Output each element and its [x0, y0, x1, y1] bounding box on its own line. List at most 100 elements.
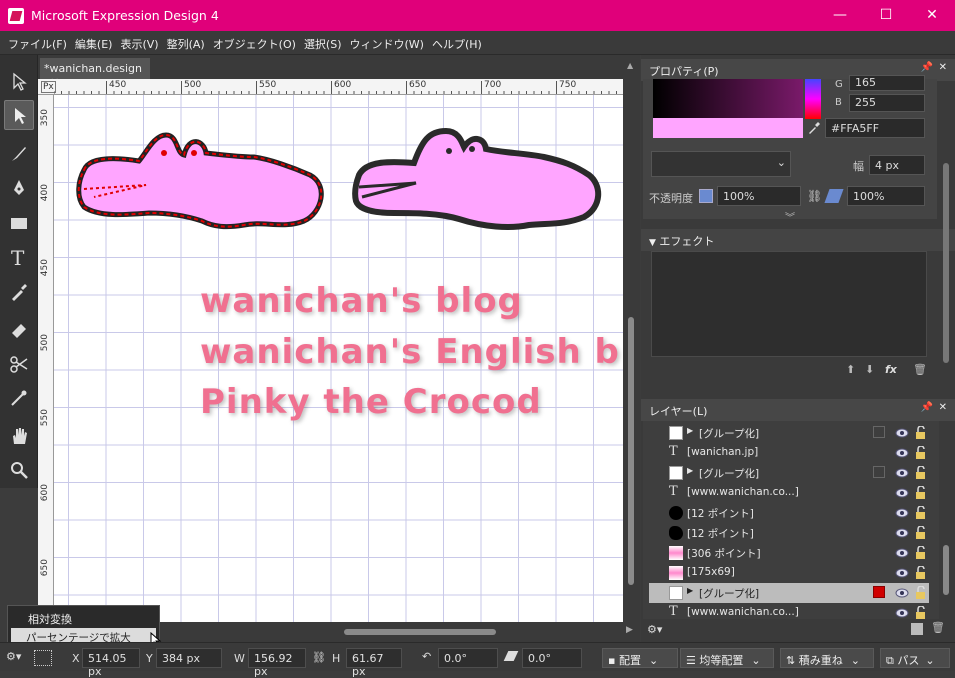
expand-chevron-icon[interactable]: ︾	[785, 209, 795, 224]
x-input[interactable]: 514.05 px	[82, 648, 140, 678]
fx-button[interactable]: fx	[885, 363, 897, 376]
document-tab[interactable]: *wanichan.design ×	[40, 58, 150, 88]
lock-icon[interactable]	[914, 605, 928, 619]
opacity-input-1[interactable]: 100%	[717, 186, 801, 206]
layer-color-box[interactable]	[873, 466, 885, 478]
visibility-eye-icon[interactable]	[895, 546, 909, 560]
lock-icon[interactable]	[914, 545, 928, 560]
layer-color-box[interactable]	[873, 426, 885, 438]
scroll-up-icon[interactable]: ▲	[627, 61, 633, 70]
maximize-button[interactable]: ☐	[863, 0, 909, 31]
distribute-button[interactable]: ☰ 均等配置 ⌄	[680, 648, 774, 668]
layer-row[interactable]: T [wanichan.jp]	[649, 443, 929, 463]
layer-row[interactable]: [175x69]	[649, 563, 929, 583]
layers-header[interactable]: レイヤー(L) 📌 ✕	[641, 399, 955, 421]
effects-header[interactable]: ▼ エフェクト	[641, 229, 955, 251]
lock-icon[interactable]	[914, 465, 928, 480]
vertical-scrollbar[interactable]: ▲ ▼	[623, 55, 640, 634]
lock-icon[interactable]	[914, 485, 928, 500]
minimize-button[interactable]: —	[817, 0, 863, 31]
brush-tool[interactable]	[4, 139, 34, 169]
new-layer-icon[interactable]	[911, 623, 923, 635]
lock-icon[interactable]	[914, 505, 928, 520]
collapse-triangle-icon[interactable]: ▼	[649, 238, 656, 248]
visibility-eye-icon[interactable]	[895, 446, 909, 460]
lock-icon[interactable]	[914, 525, 928, 540]
menu-object[interactable]: オブジェクト(O)	[209, 31, 300, 52]
arrange-button[interactable]: ⇅ 積み重ね ⌄	[780, 648, 874, 668]
lock-icon[interactable]	[914, 425, 928, 440]
close-button[interactable]: ✕	[909, 0, 955, 31]
delete-layer-icon[interactable]: 🗑	[931, 621, 945, 634]
canvas-text-line-2[interactable]: wanichan's English b	[200, 332, 620, 372]
properties-scroll-thumb[interactable]	[943, 163, 949, 363]
layer-row[interactable]: [グループ化] ▶	[649, 423, 929, 443]
aspect-link-icon[interactable]: ⛓	[312, 651, 326, 664]
menu-help[interactable]: ヘルプ(H)	[428, 31, 486, 52]
visibility-eye-icon[interactable]	[895, 606, 909, 619]
hue-slider[interactable]	[805, 79, 821, 119]
zoom-tool[interactable]	[4, 455, 34, 485]
layers-gear-icon[interactable]: ⚙▾	[647, 623, 662, 636]
visibility-eye-icon[interactable]	[895, 586, 909, 600]
eraser-tool[interactable]	[4, 314, 34, 344]
pin-icon[interactable]: 📌	[921, 62, 933, 73]
link-icon[interactable]: ⛓	[807, 189, 822, 203]
drawing-canvas[interactable]: wanichan's blog wanichan's English b Pin…	[54, 95, 623, 622]
path-button[interactable]: ⧉ パス ⌄	[880, 648, 950, 668]
lock-icon[interactable]	[914, 445, 928, 460]
lock-icon[interactable]	[914, 565, 928, 580]
h-input[interactable]: 61.67 px	[346, 648, 402, 678]
status-gear-icon[interactable]: ⚙▾	[6, 650, 21, 663]
vertical-scroll-thumb[interactable]	[628, 317, 634, 585]
hex-input[interactable]: #FFA5FF	[825, 118, 925, 138]
visibility-eye-icon[interactable]	[895, 526, 909, 540]
menu-arrange[interactable]: 整列(A)	[163, 31, 209, 52]
layer-row[interactable]: [12 ポイント]	[649, 503, 929, 523]
menu-window[interactable]: ウィンドウ(W)	[346, 31, 428, 52]
layer-row[interactable]: T [www.wanichan.co...]	[649, 603, 929, 619]
w-input[interactable]: 156.92 px	[248, 648, 306, 678]
eyedropper-tool[interactable]	[4, 277, 34, 307]
visibility-eye-icon[interactable]	[895, 506, 909, 520]
close-panel-icon[interactable]: ✕	[939, 62, 947, 73]
delete-effect-icon[interactable]: 🗑	[913, 363, 927, 376]
pen-tool[interactable]	[4, 173, 34, 203]
layer-row[interactable]: T [www.wanichan.co...]	[649, 483, 929, 503]
expand-triangle-icon[interactable]: ▶	[687, 426, 693, 435]
layers-pin-icon[interactable]: 📌	[921, 402, 933, 413]
layer-row[interactable]: [グループ化] ▶	[649, 463, 929, 483]
menu-edit[interactable]: 編集(E)	[71, 31, 117, 52]
canvas-text-line-3[interactable]: Pinky the Crocod	[200, 382, 542, 422]
move-up-icon[interactable]: ⬆	[846, 363, 855, 376]
menu-select[interactable]: 選択(S)	[300, 31, 346, 52]
hand-tool[interactable]	[4, 421, 34, 451]
direct-selection-tool[interactable]	[4, 100, 34, 130]
visibility-eye-icon[interactable]	[895, 426, 909, 440]
menu-view[interactable]: 表示(V)	[116, 31, 162, 52]
g-input[interactable]: 165	[849, 75, 925, 91]
b-input[interactable]: 255	[849, 94, 925, 112]
visibility-eye-icon[interactable]	[895, 466, 909, 480]
layer-color-box[interactable]	[873, 586, 885, 598]
move-down-icon[interactable]: ⬇	[865, 363, 874, 376]
scroll-right-icon[interactable]: ▶	[626, 625, 633, 635]
scissors-tool[interactable]	[4, 349, 34, 379]
menu-file[interactable]: ファイル(F)	[4, 31, 71, 52]
gradient-tool[interactable]	[4, 383, 34, 413]
eyedropper-icon[interactable]	[807, 121, 821, 135]
color-spectrum[interactable]	[653, 79, 803, 119]
visibility-eye-icon[interactable]	[895, 486, 909, 500]
canvas-text-line-1[interactable]: wanichan's blog	[200, 281, 523, 321]
width-input[interactable]: 4 px	[869, 155, 925, 175]
relative-transform-item[interactable]: 相対変換	[28, 611, 72, 627]
layers-scroll-thumb[interactable]	[943, 545, 949, 595]
stroke-style-select[interactable]: ⌄	[651, 151, 791, 177]
align-button[interactable]: ▪ 配置 ⌄	[602, 648, 678, 668]
visibility-eye-icon[interactable]	[895, 566, 909, 580]
layer-row[interactable]: [グループ化] ▶	[649, 583, 929, 603]
layers-close-icon[interactable]: ✕	[939, 402, 947, 413]
expand-triangle-icon[interactable]: ▶	[687, 586, 693, 595]
skew-input[interactable]: 0.0°	[522, 648, 582, 668]
lock-icon[interactable]	[914, 585, 928, 600]
